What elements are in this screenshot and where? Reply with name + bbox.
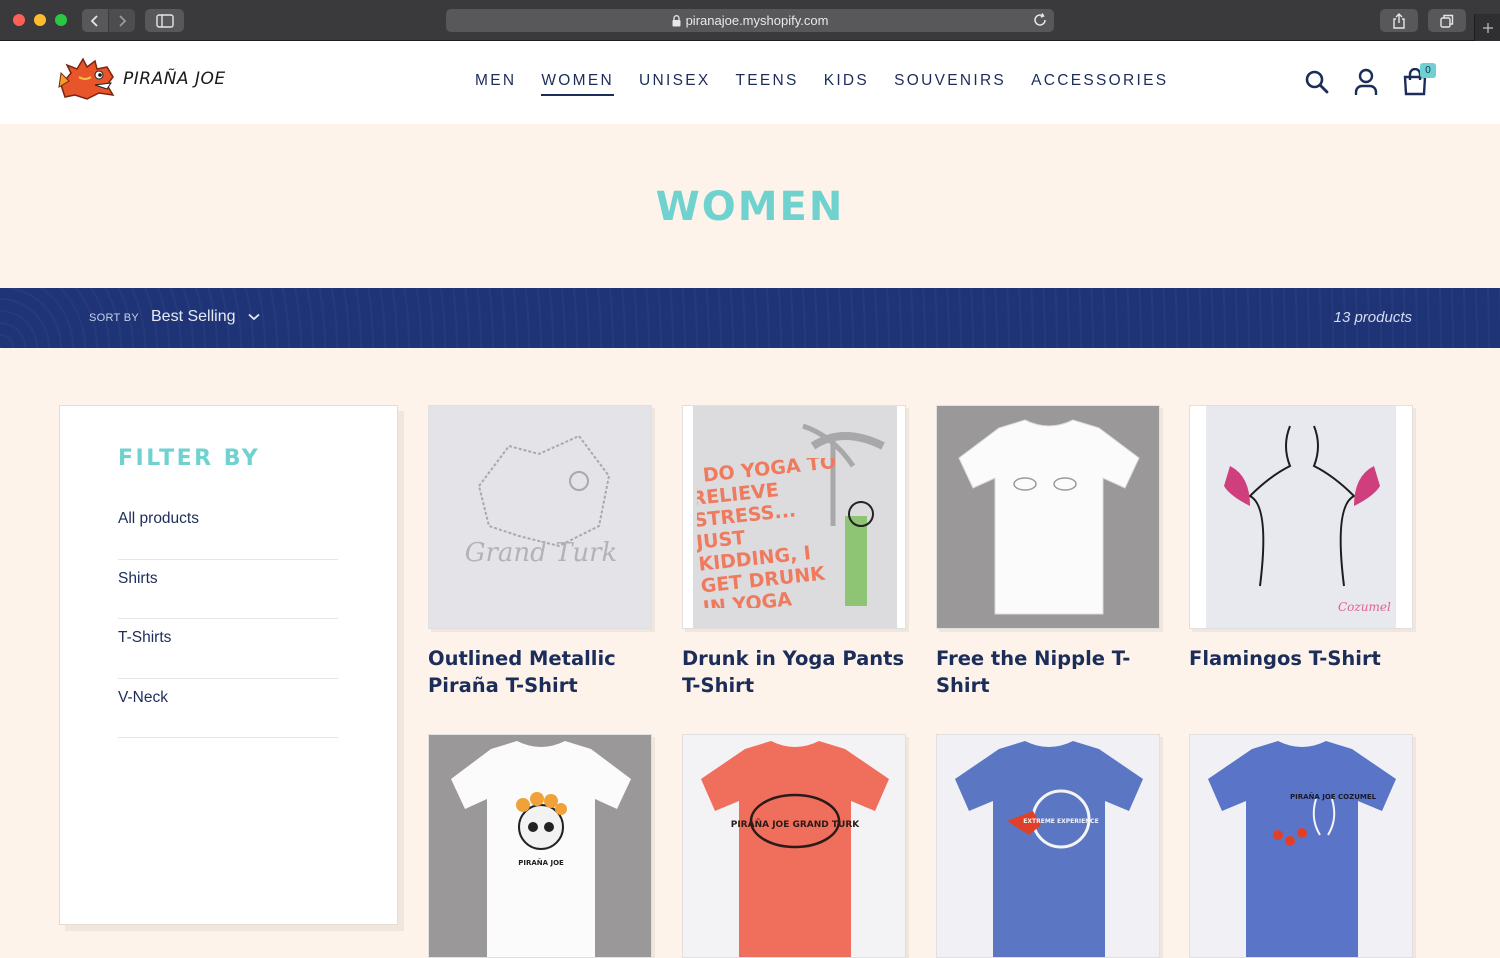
product-5-print-text: PIRAÑA JOE bbox=[518, 858, 564, 867]
product-image[interactable]: PIRAÑA JOE bbox=[428, 734, 652, 958]
product-image[interactable]: EXTREME EXPERIENCE bbox=[936, 734, 1160, 958]
chevron-left-icon bbox=[90, 14, 98, 27]
product-title[interactable]: Flamingos T-Shirt bbox=[1189, 645, 1413, 672]
search-icon bbox=[1305, 70, 1329, 94]
tabs-icon bbox=[1440, 14, 1454, 28]
filter-item-shirts[interactable]: Shirts bbox=[118, 560, 338, 619]
product-image[interactable]: I DO YOGA TO RELIEVE STRESS... JUST KIDD… bbox=[682, 405, 906, 629]
close-window-button[interactable] bbox=[13, 14, 25, 26]
chevron-down-icon bbox=[247, 313, 260, 321]
product-2-print-text: I DO YOGA TO RELIEVE STRESS... JUST KIDD… bbox=[697, 458, 838, 608]
minimize-window-button[interactable] bbox=[34, 14, 46, 26]
filter-item-v-neck[interactable]: V-Neck bbox=[118, 679, 338, 738]
products-count: 13 products bbox=[1333, 309, 1412, 326]
product-card[interactable]: PIRAÑA JOE COZUMEL bbox=[1189, 734, 1413, 958]
sort-selected-value: Best Selling bbox=[151, 308, 236, 325]
browser-chrome: piranajoe.myshopify.com bbox=[0, 0, 1500, 41]
account-icon bbox=[1354, 68, 1378, 95]
cart-count-badge: 0 bbox=[1420, 63, 1436, 78]
product-image[interactable]: Cozumel bbox=[1189, 405, 1413, 629]
address-bar[interactable]: piranajoe.myshopify.com bbox=[446, 9, 1054, 32]
nav-item-men[interactable]: MEN bbox=[475, 72, 516, 96]
filter-item-t-shirts[interactable]: T-Shirts bbox=[118, 619, 338, 679]
share-icon bbox=[1393, 12, 1405, 29]
product-1-image-art: Grand Turk bbox=[429, 406, 651, 628]
nav-item-kids[interactable]: KIDS bbox=[824, 72, 869, 96]
piranha-logo-icon bbox=[58, 57, 115, 100]
logo[interactable]: PIRAÑA JOE bbox=[57, 55, 226, 103]
nav-item-unisex[interactable]: UNISEX bbox=[639, 72, 711, 96]
product-image[interactable] bbox=[936, 405, 1160, 629]
product-card[interactable]: Free the Nipple T-Shirt bbox=[936, 405, 1160, 699]
sort-bar: SORT BY Best Selling 13 products bbox=[0, 288, 1500, 348]
product-card[interactable]: Cozumel Flamingos T-Shirt bbox=[1189, 405, 1413, 672]
product-image[interactable]: PIRAÑA JOE COZUMEL bbox=[1189, 734, 1413, 958]
sidebar-toggle-button[interactable] bbox=[145, 9, 184, 32]
chevron-right-icon bbox=[119, 14, 127, 27]
filter-panel: FILTER BY All products Shirts T-Shirts V… bbox=[59, 405, 398, 925]
product-card[interactable]: PIRAÑA JOE bbox=[428, 734, 652, 958]
url-text: piranajoe.myshopify.com bbox=[685, 13, 829, 28]
page-title: WOMEN bbox=[655, 184, 845, 230]
product-6-print-text: PIRAÑA JOE GRAND TURK bbox=[731, 819, 861, 830]
product-2-image-art: I DO YOGA TO RELIEVE STRESS... JUST KIDD… bbox=[683, 406, 905, 628]
nav-item-accessories[interactable]: ACCESSORIES bbox=[1031, 72, 1168, 96]
new-tab-button[interactable] bbox=[1474, 14, 1500, 41]
product-7-image-art: EXTREME EXPERIENCE bbox=[937, 735, 1159, 957]
reload-icon[interactable] bbox=[1032, 12, 1048, 28]
product-4-print-text: Cozumel bbox=[1338, 600, 1391, 614]
product-card[interactable]: I DO YOGA TO RELIEVE STRESS... JUST KIDD… bbox=[682, 405, 906, 699]
product-4-image-art: Cozumel bbox=[1190, 406, 1412, 628]
product-title[interactable]: Drunk in Yoga Pants T-Shirt bbox=[682, 645, 906, 699]
nav-item-teens[interactable]: TEENS bbox=[736, 72, 799, 96]
collection-hero: WOMEN bbox=[0, 124, 1500, 288]
share-button[interactable] bbox=[1380, 9, 1418, 32]
product-card[interactable]: EXTREME EXPERIENCE bbox=[936, 734, 1160, 958]
product-7-print-text: EXTREME EXPERIENCE bbox=[1023, 818, 1098, 825]
product-card[interactable]: Grand Turk Outlined Metallic Piraña T-Sh… bbox=[428, 405, 652, 699]
account-button[interactable] bbox=[1352, 67, 1380, 97]
sidebar-icon bbox=[155, 13, 174, 28]
maximize-window-button[interactable] bbox=[55, 14, 67, 26]
product-8-print-text: PIRAÑA JOE COZUMEL bbox=[1290, 792, 1377, 801]
product-card[interactable]: PIRAÑA JOE GRAND TURK bbox=[682, 734, 906, 958]
product-5-image-art: PIRAÑA JOE bbox=[429, 735, 651, 957]
back-button[interactable] bbox=[82, 9, 108, 32]
nav-item-women[interactable]: WOMEN bbox=[541, 72, 614, 96]
filter-item-all-products[interactable]: All products bbox=[118, 500, 338, 560]
product-8-image-art: PIRAÑA JOE COZUMEL bbox=[1190, 735, 1412, 957]
nav-item-souvenirs[interactable]: SOUVENIRS bbox=[894, 72, 1006, 96]
product-3-image-art bbox=[937, 406, 1159, 628]
logo-text: PIRAÑA JOE bbox=[123, 69, 226, 89]
main-nav: MEN WOMEN UNISEX TEENS KIDS SOUVENIRS AC… bbox=[475, 72, 1193, 96]
sort-label: SORT BY bbox=[89, 312, 139, 324]
product-title[interactable]: Outlined Metallic Piraña T-Shirt bbox=[428, 645, 652, 699]
site-header: PIRAÑA JOE MEN WOMEN UNISEX TEENS KIDS S… bbox=[0, 41, 1500, 124]
product-1-print-text: Grand Turk bbox=[465, 538, 618, 568]
search-button[interactable] bbox=[1303, 67, 1331, 97]
plus-icon bbox=[1482, 22, 1493, 33]
sort-select[interactable]: Best Selling bbox=[151, 308, 260, 326]
product-image[interactable]: PIRAÑA JOE GRAND TURK bbox=[682, 734, 906, 958]
forward-button[interactable] bbox=[109, 9, 135, 32]
product-6-image-art: PIRAÑA JOE GRAND TURK bbox=[683, 735, 905, 957]
product-title[interactable]: Free the Nipple T-Shirt bbox=[936, 645, 1160, 699]
filter-title: FILTER BY bbox=[118, 446, 261, 471]
lock-icon bbox=[672, 14, 681, 26]
tab-overview-button[interactable] bbox=[1428, 9, 1466, 32]
filter-list: All products Shirts T-Shirts V-Neck bbox=[118, 500, 338, 738]
product-image[interactable]: Grand Turk bbox=[428, 405, 652, 629]
